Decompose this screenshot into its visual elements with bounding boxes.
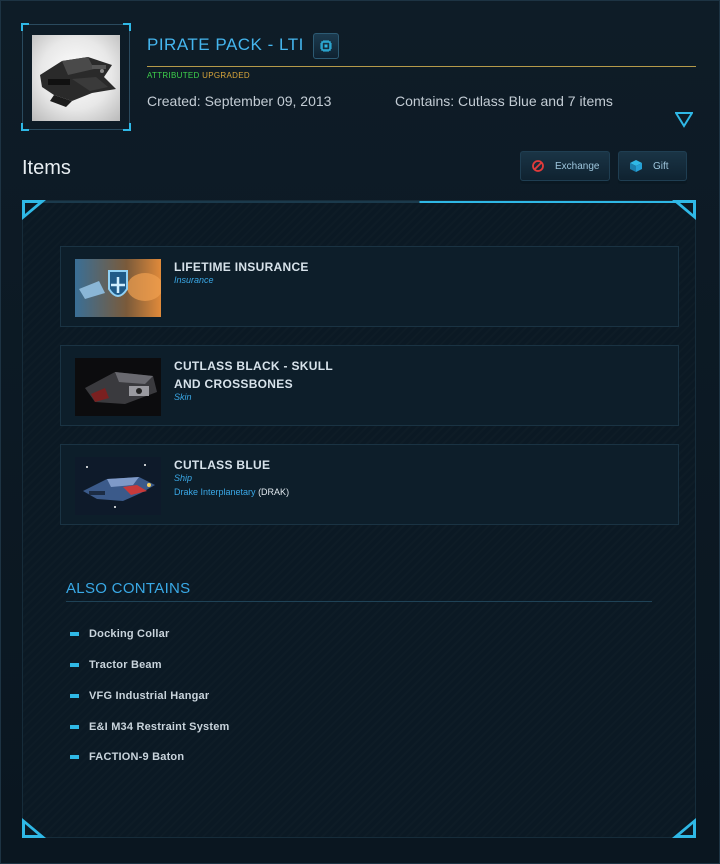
frame-corner [21, 123, 29, 131]
insurance-image [75, 259, 161, 317]
bullet-icon [70, 663, 79, 667]
contains-summary: Contains: Cutlass Blue and 7 items [395, 93, 613, 109]
pack-thumbnail-frame [21, 23, 131, 131]
frame-corner [21, 23, 29, 31]
pack-ship-image [32, 35, 120, 121]
item-name: CUTLASS BLACK - SKULL AND CROSSBONES [174, 359, 333, 391]
ship-image [75, 457, 161, 515]
manufacturer-name: Drake Interplanetary [174, 487, 256, 497]
items-heading: Items [22, 157, 71, 179]
list-item-label: FACTION-9 Baton [89, 751, 185, 763]
bullet-icon [70, 755, 79, 759]
chip-icon[interactable] [313, 33, 339, 59]
exchange-button[interactable]: Exchange [520, 151, 610, 181]
status-badges: ATTRIBUTED UPGRADED [147, 71, 250, 80]
corner-marker [22, 818, 46, 838]
list-item: FACTION-9 Baton [70, 749, 184, 765]
gift-button[interactable]: Gift [618, 151, 687, 181]
bullet-icon [70, 632, 79, 636]
gift-box-icon [629, 159, 643, 173]
item-card-skin[interactable]: CUTLASS BLACK - SKULL AND CROSSBONES Ski… [60, 345, 679, 426]
skin-image [75, 358, 161, 416]
list-item-label: VFG Industrial Hangar [89, 690, 210, 702]
badge-attributed: ATTRIBUTED [147, 71, 200, 80]
item-manufacturer: Drake Interplanetary (DRAK) [174, 487, 289, 497]
bullet-icon [70, 694, 79, 698]
item-name: CUTLASS BLUE [174, 458, 271, 472]
frame-corner [123, 23, 131, 31]
gift-label: Gift [653, 160, 669, 172]
corner-marker [672, 200, 696, 220]
pack-title: PIRATE PACK - LTI [147, 35, 304, 54]
list-item: E&I M34 Restraint System [70, 719, 230, 735]
panel-top-accent [22, 201, 696, 203]
title-divider [147, 66, 696, 67]
list-item-label: Tractor Beam [89, 659, 162, 671]
frame-corner [123, 123, 131, 131]
item-type: Skin [174, 392, 192, 402]
list-item: Tractor Beam [70, 657, 162, 673]
no-entry-icon [531, 159, 545, 173]
item-type: Insurance [174, 275, 214, 285]
corner-marker [672, 818, 696, 838]
list-item-label: Docking Collar [89, 628, 170, 640]
bullet-icon [70, 725, 79, 729]
exchange-label: Exchange [555, 160, 600, 172]
created-date: Created: September 09, 2013 [147, 93, 332, 109]
item-card-ship[interactable]: CUTLASS BLUE Ship Drake Interplanetary (… [60, 444, 679, 525]
item-name: LIFETIME INSURANCE [174, 260, 309, 274]
badge-upgraded: UPGRADED [202, 71, 250, 80]
item-type: Ship [174, 473, 193, 483]
list-item: Docking Collar [70, 626, 169, 642]
also-contains-divider [66, 601, 652, 602]
item-card-insurance[interactable]: LIFETIME INSURANCE Insurance [60, 246, 679, 327]
corner-marker [22, 200, 46, 220]
manufacturer-code: (DRAK) [258, 487, 290, 497]
list-item: VFG Industrial Hangar [70, 688, 209, 704]
list-item-label: E&I M34 Restraint System [89, 721, 230, 733]
also-contains-heading: ALSO CONTAINS [66, 580, 191, 597]
expand-triangle-icon[interactable] [674, 112, 694, 128]
